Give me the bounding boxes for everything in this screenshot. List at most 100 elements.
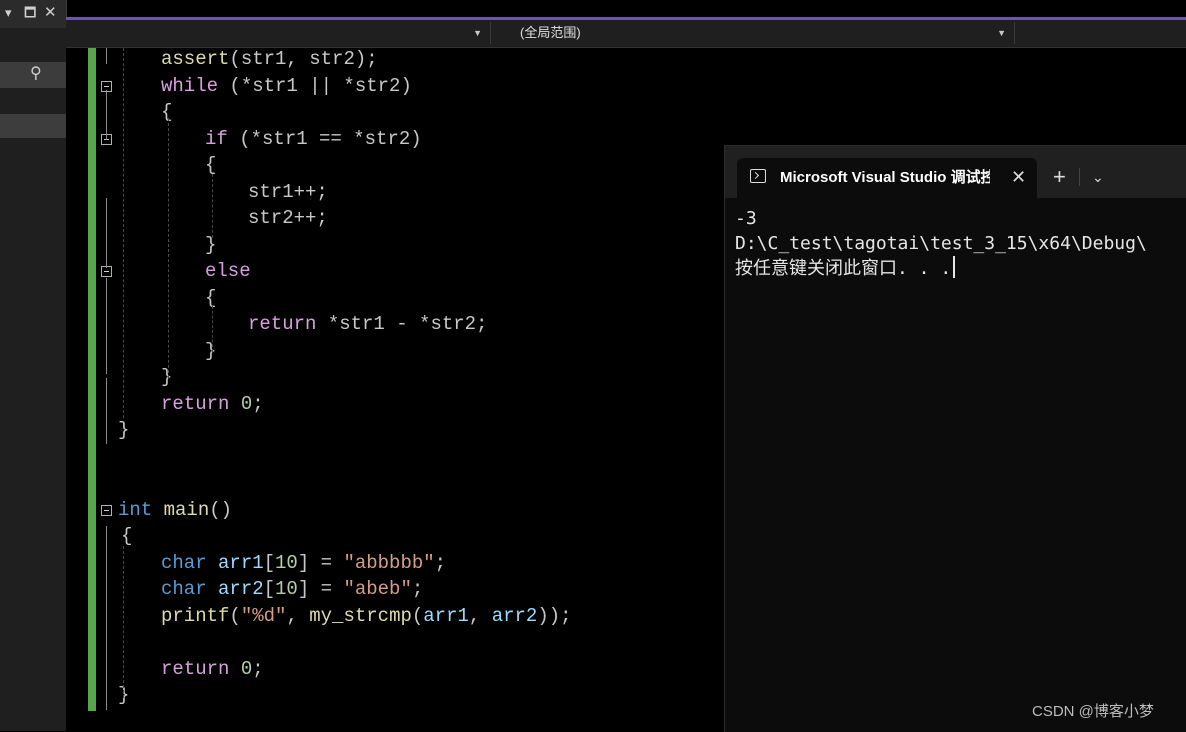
selected-tree-item[interactable]: [0, 114, 66, 138]
panel-header: ▾ 🗖 ✕: [0, 0, 66, 28]
debug-console-window[interactable]: Microsoft Visual Studio 调试控制台 ✕ + ⌄ -3 D…: [724, 145, 1186, 732]
tab-dropdown-button[interactable]: ⌄: [1092, 167, 1104, 187]
outline-line: [106, 48, 107, 64]
code-token: 10: [275, 551, 298, 574]
code-token: 0: [240, 392, 253, 415]
code-token: else: [205, 260, 251, 282]
change-tracking-bar: [88, 48, 96, 711]
code-line: return 0;: [161, 656, 264, 682]
code-token: my_strcmp: [309, 604, 412, 627]
console-tab-title: Microsoft Visual Studio 调试控制台: [780, 169, 990, 186]
code-line: {: [205, 285, 216, 311]
code-token: ,: [286, 604, 310, 627]
indent-guide: [168, 118, 169, 378]
code-token: ] =: [297, 578, 344, 600]
code-token: (: [411, 604, 424, 627]
code-line: str1++;: [248, 179, 328, 205]
chevron-down-icon: ▼: [997, 28, 1006, 38]
code-token: (*str1 == *str2): [227, 127, 422, 150]
code-token: (*str1 || *str2): [218, 74, 412, 97]
console-output-line: D:\C_test\tagotai\test_3_15\x64\Debug\: [735, 233, 1147, 254]
code-line: while (*str1 || *str2): [161, 73, 412, 99]
code-token: int: [118, 498, 153, 521]
code-line: assert(str1, str2);: [161, 46, 378, 72]
code-line: }: [205, 232, 216, 258]
terminal-icon: [750, 169, 766, 183]
code-line: char arr1[10] = "abbbbb";: [161, 550, 446, 576]
code-token: arr2: [218, 578, 264, 600]
new-tab-button[interactable]: +: [1053, 166, 1066, 188]
code-token: ));: [537, 604, 572, 627]
code-token: "abeb": [343, 578, 412, 600]
close-icon[interactable]: ✕: [44, 5, 57, 20]
search-icon[interactable]: ⚲: [30, 66, 42, 82]
code-token: }: [161, 366, 173, 388]
indent-guide: [123, 48, 124, 418]
outline-line: [106, 526, 107, 710]
indent-guide: [212, 174, 213, 238]
code-token: [: [263, 551, 276, 574]
code-token: if: [205, 127, 228, 150]
code-token: return: [161, 392, 230, 415]
code-line: return 0;: [161, 391, 264, 417]
scope-dropdown[interactable]: (全局范围) ▼: [494, 22, 1015, 44]
chevron-down-icon: ▼: [473, 28, 482, 38]
code-token: str2++;: [248, 207, 328, 229]
code-token: {: [205, 154, 217, 176]
close-tab-button[interactable]: ✕: [1011, 166, 1026, 188]
outline-line: [106, 378, 107, 444]
code-token: }: [118, 419, 130, 441]
code-line: printf("%d", my_strcmp(arr1, arr2));: [161, 603, 572, 629]
code-token: "abbbbb": [343, 551, 435, 574]
collapse-icon[interactable]: [101, 504, 112, 516]
watermark: CSDN @博客小梦: [1032, 703, 1154, 720]
code-line: }: [205, 338, 216, 364]
pin-icon[interactable]: 🗖: [24, 6, 36, 20]
code-token: ;: [252, 392, 264, 415]
code-token: ;: [434, 551, 447, 574]
member-dropdown[interactable]: [1018, 22, 1186, 44]
code-token: assert: [161, 48, 230, 70]
code-token: return: [248, 313, 317, 335]
code-token: {: [121, 525, 133, 547]
console-prompt-text: 按任意键关闭此窗口. . .: [735, 258, 952, 279]
code-token: (: [229, 604, 241, 627]
code-token: ,: [468, 604, 492, 627]
navigation-bar: ▼ (全局范围) ▼: [66, 20, 1186, 48]
code-token: ] =: [297, 551, 344, 574]
search-input[interactable]: ⚲: [0, 62, 66, 88]
code-token: [: [263, 578, 276, 600]
console-tabstrip: Microsoft Visual Studio 调试控制台 ✕ + ⌄: [725, 146, 1186, 198]
code-line: char arr2[10] = "abeb";: [161, 576, 423, 602]
code-line: }: [161, 364, 172, 390]
code-token: arr1: [423, 604, 469, 627]
code-line: if (*str1 == *str2): [205, 126, 422, 152]
indent-guide: [212, 306, 213, 352]
code-token: 0: [240, 657, 253, 680]
code-token: arr2: [491, 604, 538, 627]
code-editor[interactable]: assert(str1, str2); while (*str1 || *str2…: [66, 48, 726, 731]
indent-guide: [123, 546, 124, 698]
code-token: 10: [275, 578, 298, 600]
code-token: ;: [252, 657, 264, 680]
project-dropdown[interactable]: ▼: [66, 22, 491, 44]
code-line: {: [205, 152, 216, 178]
code-token: "%d": [240, 604, 287, 627]
console-tab[interactable]: Microsoft Visual Studio 调试控制台 ✕: [737, 158, 1037, 198]
code-line: int main(): [118, 497, 232, 523]
code-token: (str1, str2);: [229, 48, 378, 70]
panel-dropdown-icon[interactable]: ▾: [5, 6, 12, 20]
code-token: while: [161, 74, 219, 97]
code-token: {: [161, 101, 173, 123]
code-token: arr1: [218, 551, 264, 574]
tab-separator: [1079, 168, 1080, 186]
outline-line: [106, 90, 107, 140]
code-token: ;: [411, 578, 424, 600]
scope-label: (全局范围): [520, 25, 581, 40]
code-token: main: [163, 498, 210, 521]
